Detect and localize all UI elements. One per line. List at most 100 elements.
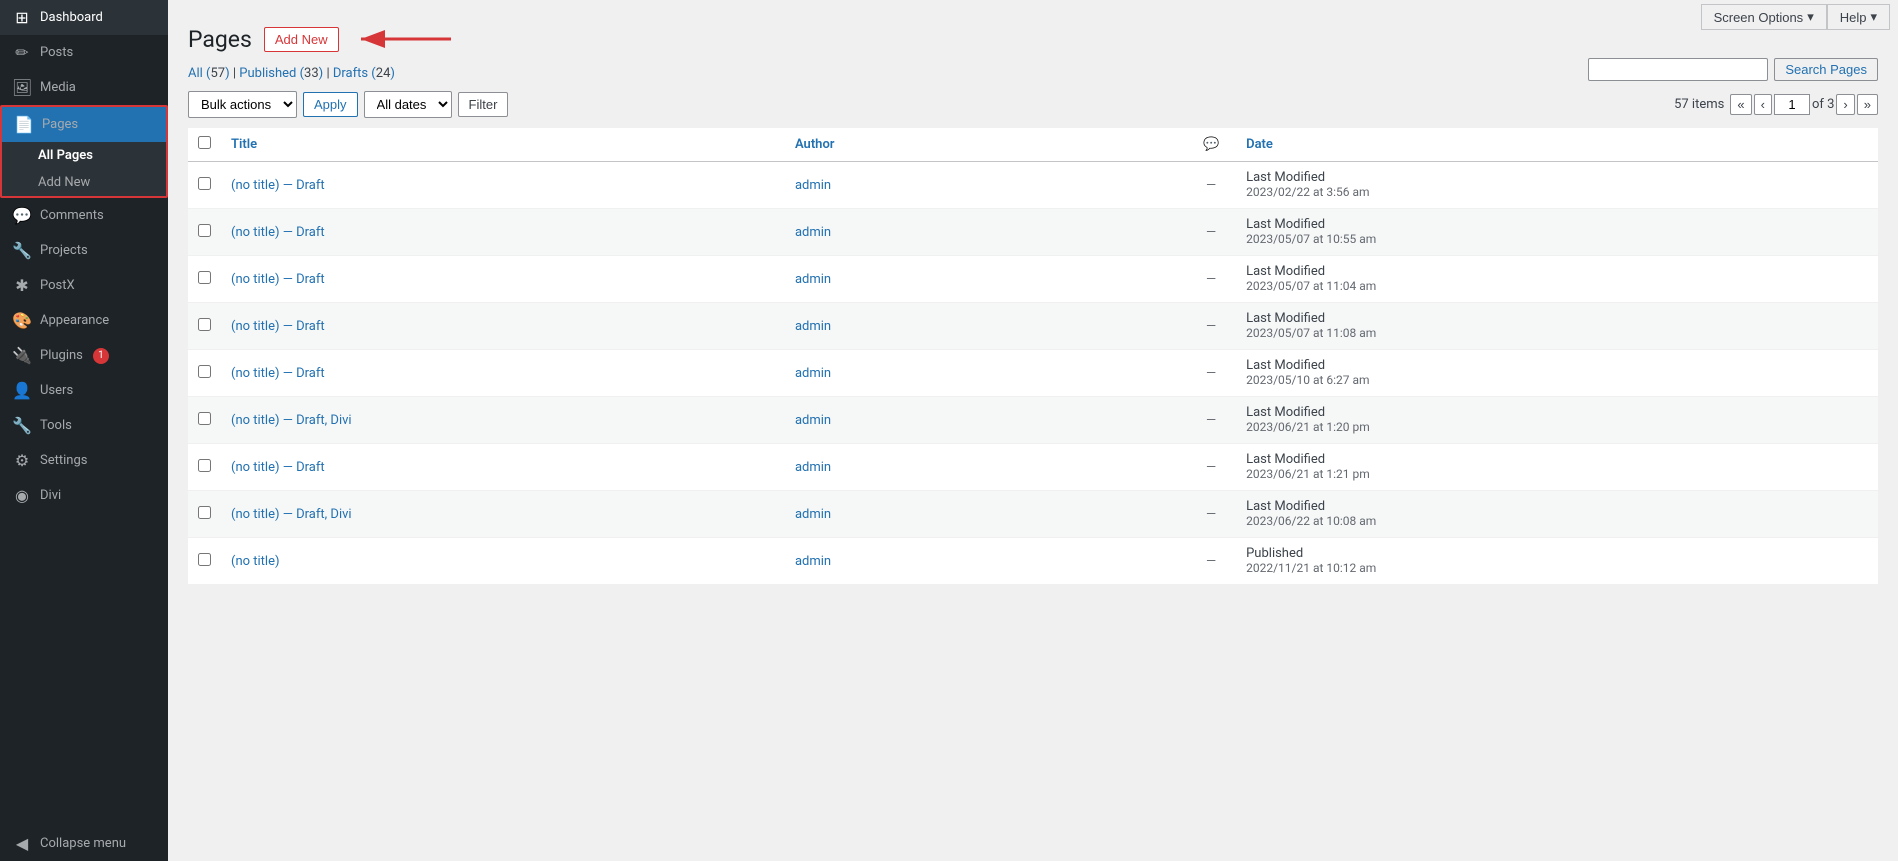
sidebar-item-plugins[interactable]: 🔌 Plugins 1 — [0, 338, 168, 373]
row-date-cell: Published 2022/11/21 at 10:12 am — [1236, 538, 1878, 585]
page-title-link[interactable]: (no title) — Draft — [231, 366, 325, 381]
media-icon: 🖼 — [12, 78, 32, 97]
comments-value: — — [1206, 413, 1216, 428]
page-title-link[interactable]: (no title) — Draft — [231, 178, 325, 193]
sidebar-item-label: Plugins — [40, 348, 83, 363]
current-page-input[interactable] — [1774, 94, 1810, 115]
row-date-cell: Last Modified 2023/05/07 at 11:08 am — [1236, 303, 1878, 350]
pages-nav-group: 📄 Pages All Pages Add New — [0, 105, 168, 198]
author-link[interactable]: admin — [795, 366, 831, 381]
sidebar-item-tools[interactable]: 🔧 Tools — [0, 408, 168, 443]
sidebar-item-settings[interactable]: ⚙ Settings — [0, 443, 168, 478]
add-new-button[interactable]: Add New — [264, 27, 339, 52]
sidebar-item-divi[interactable]: ◉ Divi — [0, 478, 168, 513]
page-title-link[interactable]: (no title) — Draft — [231, 460, 325, 475]
table-row: (no title) — Draft admin — Last Modified… — [188, 444, 1878, 491]
dates-filter-select[interactable]: All dates — [364, 91, 452, 118]
row-title-cell: (no title) — Draft — [221, 162, 785, 209]
row-checkbox[interactable] — [198, 318, 211, 331]
comment-bubble-icon: 💬 — [1203, 137, 1219, 152]
sidebar-item-postx[interactable]: ✱ PostX — [0, 268, 168, 303]
row-date-cell: Last Modified 2023/02/22 at 3:56 am — [1236, 162, 1878, 209]
row-checkbox[interactable] — [198, 177, 211, 190]
table-row: (no title) — Draft, Divi admin — Last Mo… — [188, 397, 1878, 444]
row-comments-cell: — — [1186, 162, 1236, 209]
row-checkbox[interactable] — [198, 224, 211, 237]
th-comments[interactable]: 💬 — [1186, 128, 1236, 162]
filter-all-link[interactable]: All (57) — [188, 66, 230, 81]
comments-icon: 💬 — [12, 206, 32, 225]
row-checkbox[interactable] — [198, 365, 211, 378]
author-link[interactable]: admin — [795, 460, 831, 475]
first-page-button[interactable]: « — [1730, 94, 1751, 115]
row-checkbox[interactable] — [198, 553, 211, 566]
row-checkbox[interactable] — [198, 459, 211, 472]
screen-options-button[interactable]: Screen Options ▾ — [1701, 4, 1827, 30]
page-title-link[interactable]: (no title) — Draft — [231, 272, 325, 287]
sidebar-item-pages[interactable]: 📄 Pages — [2, 107, 166, 142]
date-label: Last Modified — [1246, 264, 1325, 279]
date-label: Last Modified — [1246, 170, 1325, 185]
date-value: 2022/11/21 at 10:12 am — [1246, 561, 1376, 575]
table-row: (no title) — Draft admin — Last Modified… — [188, 350, 1878, 397]
date-value: 2023/06/21 at 1:21 pm — [1246, 467, 1370, 481]
search-pages-button[interactable]: Search Pages — [1774, 58, 1878, 81]
collapse-label: Collapse menu — [40, 836, 126, 851]
help-button[interactable]: Help ▾ — [1827, 4, 1890, 30]
th-title[interactable]: Title — [221, 128, 785, 162]
row-checkbox[interactable] — [198, 412, 211, 425]
sidebar-item-projects[interactable]: 🔧 Projects — [0, 233, 168, 268]
last-page-button[interactable]: » — [1857, 94, 1878, 115]
row-check-cell — [188, 491, 221, 538]
page-title-link[interactable]: (no title) — Draft — [231, 225, 325, 240]
author-link[interactable]: admin — [795, 178, 831, 193]
plugins-badge: 1 — [93, 348, 109, 364]
row-title-cell: (no title) — Draft — [221, 303, 785, 350]
sidebar-item-label: Media — [40, 80, 76, 95]
th-author[interactable]: Author — [785, 128, 1186, 162]
sidebar-item-media[interactable]: 🖼 Media — [0, 70, 168, 105]
apply-button[interactable]: Apply — [303, 92, 358, 117]
sidebar-item-comments[interactable]: 💬 Comments — [0, 198, 168, 233]
row-checkbox[interactable] — [198, 271, 211, 284]
page-title-link[interactable]: (no title) — Draft, Divi — [231, 507, 352, 522]
row-date-cell: Last Modified 2023/06/21 at 1:21 pm — [1236, 444, 1878, 491]
tools-icon: 🔧 — [12, 416, 32, 435]
sidebar-item-label: Posts — [40, 45, 73, 60]
author-link[interactable]: admin — [795, 225, 831, 240]
main-content: Screen Options ▾ Help ▾ Pages Add New — [168, 0, 1898, 861]
table-row: (no title) — Draft, Divi admin — Last Mo… — [188, 491, 1878, 538]
bulk-actions-select[interactable]: Bulk actions — [188, 91, 297, 118]
author-link[interactable]: admin — [795, 319, 831, 334]
author-link[interactable]: admin — [795, 507, 831, 522]
search-area: Search Pages — [1588, 58, 1878, 81]
sidebar-item-appearance[interactable]: 🎨 Appearance — [0, 303, 168, 338]
prev-page-button[interactable]: ‹ — [1754, 94, 1772, 115]
posts-icon: ✏ — [12, 43, 32, 62]
sidebar-item-posts[interactable]: ✏ Posts — [0, 35, 168, 70]
collapse-menu[interactable]: ◀ Collapse menu — [0, 814, 168, 861]
row-check-cell — [188, 162, 221, 209]
page-title-link[interactable]: (no title) — Draft — [231, 319, 325, 334]
sidebar-all-pages[interactable]: All Pages — [2, 142, 166, 169]
sidebar-item-label: Users — [40, 383, 73, 398]
sidebar-item-users[interactable]: 👤 Users — [0, 373, 168, 408]
author-link[interactable]: admin — [795, 272, 831, 287]
table-row: (no title) — Draft admin — Last Modified… — [188, 256, 1878, 303]
filter-drafts-link[interactable]: Drafts (24) — [333, 66, 395, 81]
next-page-button[interactable]: › — [1836, 94, 1854, 115]
page-title-link[interactable]: (no title) — Draft, Divi — [231, 413, 352, 428]
search-input[interactable] — [1588, 58, 1768, 81]
filter-button[interactable]: Filter — [458, 92, 509, 117]
chevron-down-icon: ▾ — [1870, 9, 1877, 25]
sidebar: ⊞ Dashboard ✏ Posts 🖼 Media 📄 Pages All … — [0, 0, 168, 861]
select-all-checkbox[interactable] — [198, 136, 211, 149]
filter-published-link[interactable]: Published (33) — [239, 66, 323, 81]
author-link[interactable]: admin — [795, 413, 831, 428]
author-link[interactable]: admin — [795, 554, 831, 569]
row-checkbox[interactable] — [198, 506, 211, 519]
sidebar-item-dashboard[interactable]: ⊞ Dashboard — [0, 0, 168, 35]
page-title-link[interactable]: (no title) — [231, 554, 280, 569]
th-date[interactable]: Date — [1236, 128, 1878, 162]
sidebar-add-new[interactable]: Add New — [2, 169, 166, 196]
